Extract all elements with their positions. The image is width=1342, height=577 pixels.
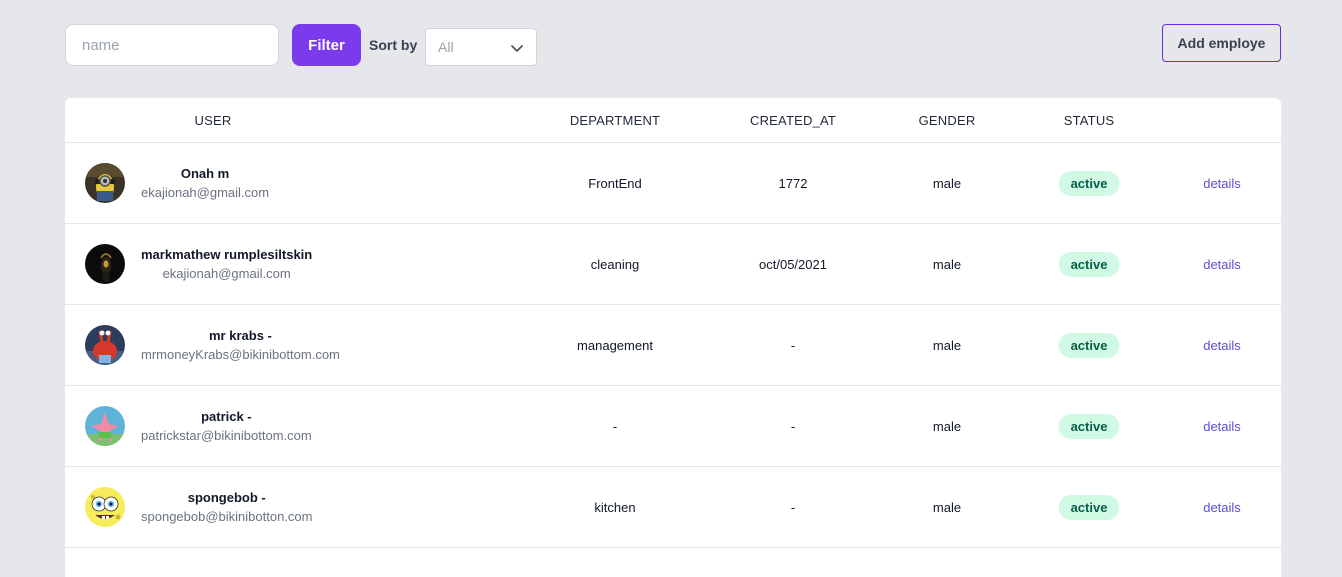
status-cell: active <box>1058 386 1120 466</box>
created-at-cell: - <box>790 418 796 434</box>
user-email: patrickstar@bikinibottom.com <box>141 428 312 443</box>
user-name: mr krabs - <box>209 328 272 343</box>
table-row: Onah m ekajionah@gmail.com FrontEnd 1772… <box>65 143 1281 224</box>
table-row: mr krabs - mrmoneyKrabs@bikinibottom.com… <box>65 305 1281 386</box>
dark-character-avatar-icon <box>85 244 125 284</box>
details-link[interactable]: details <box>1203 338 1241 353</box>
department-cell: - <box>612 418 618 434</box>
user-name: patrick - <box>201 409 252 424</box>
status-cell: active <box>1058 224 1120 304</box>
header-created-at: CREATED_AT <box>749 112 837 128</box>
header-status: STATUS <box>1063 112 1115 128</box>
user-email: spongebob@bikinibotton.com <box>141 509 313 524</box>
employees-table: USER DEPARTMENT CREATED_AT GENDER STATUS… <box>65 98 1281 577</box>
details-cell: details <box>1203 143 1241 223</box>
details-link[interactable]: details <box>1203 176 1241 191</box>
status-cell: active <box>1058 143 1120 223</box>
table-header: USER DEPARTMENT CREATED_AT GENDER STATUS <box>65 98 1281 143</box>
toolbar: Filter Sort by All Add employe <box>65 24 1281 66</box>
status-cell: active <box>1058 305 1120 385</box>
details-link[interactable]: details <box>1203 500 1241 515</box>
user-email: mrmoneyKrabs@bikinibottom.com <box>141 347 340 362</box>
sort-by-label: Sort by <box>369 37 418 53</box>
header-department: DEPARTMENT <box>569 112 661 128</box>
sort-select[interactable]: All <box>425 28 537 66</box>
details-cell: details <box>1203 224 1241 304</box>
gender-cell: male <box>932 256 962 272</box>
crab-avatar-icon <box>85 325 125 365</box>
department-cell: kitchen <box>594 499 636 515</box>
status-badge: active <box>1058 170 1120 196</box>
sort-select-value: All <box>438 39 454 55</box>
gender-cell: male <box>932 175 962 191</box>
gender-cell: male <box>932 499 962 515</box>
user-name: spongebob - <box>187 490 266 505</box>
details-cell: details <box>1203 467 1241 547</box>
details-link[interactable]: details <box>1203 419 1241 434</box>
created-at-cell: - <box>790 499 796 515</box>
sponge-avatar-icon <box>85 487 125 527</box>
gender-cell: male <box>932 418 962 434</box>
created-at-cell: 1772 <box>778 175 808 191</box>
table-row: patrick - patrickstar@bikinibottom.com -… <box>65 386 1281 467</box>
status-badge: active <box>1058 251 1120 277</box>
user-info: patrick - patrickstar@bikinibottom.com <box>141 407 312 446</box>
user-info: markmathew rumplesiltskin ekajionah@gmai… <box>141 245 312 284</box>
details-link[interactable]: details <box>1203 257 1241 272</box>
created-at-cell: oct/05/2021 <box>759 256 827 272</box>
status-badge: active <box>1058 332 1120 358</box>
user-name: Onah m <box>180 166 230 181</box>
user-info: Onah m ekajionah@gmail.com <box>141 164 269 203</box>
department-cell: cleaning <box>590 256 640 272</box>
chevron-down-icon <box>511 45 523 52</box>
status-badge: active <box>1058 494 1120 520</box>
table-row: markmathew rumplesiltskin ekajionah@gmai… <box>65 224 1281 305</box>
status-cell: active <box>1058 467 1120 547</box>
header-user: USER <box>194 112 232 128</box>
user-info: spongebob - spongebob@bikinibotton.com <box>141 488 312 527</box>
details-cell: details <box>1203 305 1241 385</box>
name-search-input[interactable] <box>65 24 279 66</box>
gender-cell: male <box>932 337 962 353</box>
add-employee-button[interactable]: Add employe <box>1162 24 1281 62</box>
filter-button[interactable]: Filter <box>292 24 361 66</box>
status-badge: active <box>1058 413 1120 439</box>
minion-avatar-icon <box>85 163 125 203</box>
header-gender: GENDER <box>918 112 976 128</box>
user-email: ekajionah@gmail.com <box>141 185 270 200</box>
details-cell: details <box>1203 386 1241 466</box>
created-at-cell: - <box>790 337 796 353</box>
department-cell: management <box>577 337 653 353</box>
user-name: markmathew rumplesiltskin <box>141 247 313 262</box>
user-info: mr krabs - mrmoneyKrabs@bikinibottom.com <box>141 326 340 365</box>
user-email: ekajionah@gmail.com <box>162 266 291 281</box>
table-row: spongebob - spongebob@bikinibotton.com k… <box>65 467 1281 548</box>
starfish-avatar-icon <box>85 406 125 446</box>
department-cell: FrontEnd <box>588 175 642 191</box>
